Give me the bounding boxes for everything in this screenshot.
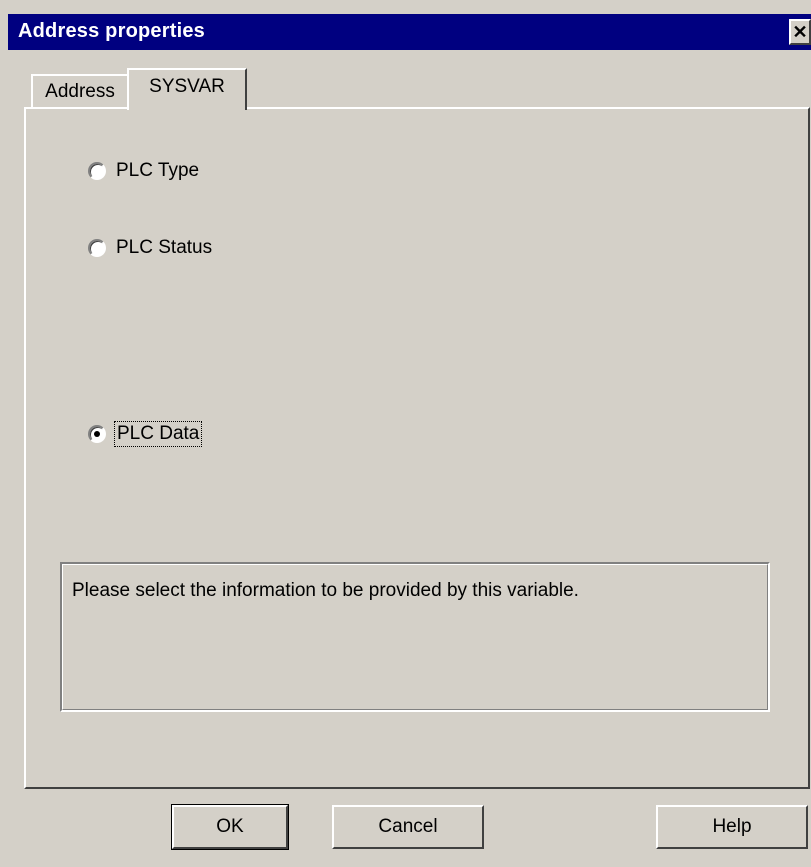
tab-address[interactable]: Address bbox=[31, 74, 129, 108]
close-button[interactable]: ✕ bbox=[789, 19, 811, 45]
radio-option-plc-data[interactable]: PLC Data bbox=[88, 421, 203, 447]
tab-sysvar[interactable]: SYSVAR bbox=[127, 68, 247, 110]
close-icon: ✕ bbox=[792, 22, 808, 42]
radio-button-selected[interactable] bbox=[88, 425, 106, 443]
tab-sysvar-label: SYSVAR bbox=[149, 76, 225, 97]
window-title: Address properties bbox=[18, 20, 205, 42]
cancel-button[interactable]: Cancel bbox=[332, 805, 484, 849]
info-text: Please select the information to be prov… bbox=[72, 580, 579, 601]
radio-button[interactable] bbox=[88, 239, 106, 257]
active-tab-joint bbox=[129, 106, 245, 110]
radio-button[interactable] bbox=[88, 162, 106, 180]
radio-label: PLC Status bbox=[116, 237, 213, 258]
title-bar[interactable]: Address properties ✕ bbox=[8, 14, 811, 50]
tab-address-label: Address bbox=[45, 81, 115, 102]
address-properties-dialog: Address properties ✕ Address SYSVAR PLC … bbox=[0, 0, 811, 867]
radio-option-plc-status[interactable]: PLC Status bbox=[88, 237, 212, 259]
radio-label: PLC Data bbox=[113, 421, 203, 447]
help-button[interactable]: Help bbox=[656, 805, 808, 849]
ok-button[interactable]: OK bbox=[171, 804, 289, 850]
radio-label: PLC Type bbox=[116, 160, 200, 181]
info-box: Please select the information to be prov… bbox=[60, 562, 770, 712]
radio-option-plc-type[interactable]: PLC Type bbox=[88, 160, 199, 182]
